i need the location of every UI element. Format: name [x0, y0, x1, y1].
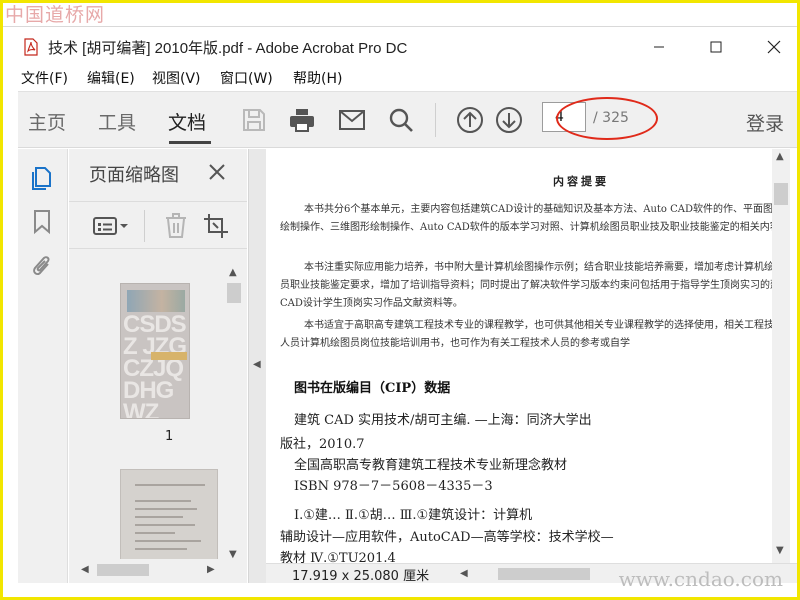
menu-window[interactable]: 窗口(W) [220, 68, 273, 88]
scroll-thumb[interactable] [774, 183, 788, 205]
tab-document[interactable]: 文档 [168, 108, 206, 135]
navigation-pane-bar [18, 149, 68, 583]
title-bar: 技术 [胡可编著] 2010年版.pdf - Adobe Acrobat Pro… [3, 31, 797, 63]
thumbnail-vertical-scrollbar[interactable]: ▲ ▼ [225, 265, 243, 565]
collapse-arrow-icon[interactable]: ◀ [253, 359, 261, 370]
cip-line: 辅助设计—应用软件，AutoCAD—高等学校：技术学校— [280, 530, 614, 545]
minimize-icon[interactable] [639, 33, 679, 61]
scroll-down-icon[interactable]: ▼ [229, 549, 237, 560]
cover-band [151, 352, 187, 360]
email-icon[interactable] [336, 104, 368, 136]
search-icon[interactable] [385, 104, 417, 136]
active-tab-indicator [169, 141, 211, 144]
thumbnail-toolbar-separator [144, 210, 145, 242]
cip-line: 建筑 CAD 实用技术/胡可主编. —上海：同济大学出 [294, 413, 592, 428]
paragraph: 本书适宜于高职高专建筑工程技术专业的课程教学，也可供其他相关专业课程教学的选择使… [280, 320, 772, 349]
scroll-down-icon[interactable]: ▼ [776, 545, 784, 556]
thumbnail-list: CSDSZ JZGCZJQ DHGWZ 1 [69, 259, 225, 559]
paragraph: 本书共分6个基本单元，主要内容包括建筑CAD设计的基础知识及基本方法、Auto … [280, 204, 772, 233]
scroll-thumb[interactable] [498, 568, 590, 580]
highlight-ellipse [556, 97, 658, 140]
scroll-thumb[interactable] [97, 564, 149, 576]
panel-title: 页面缩略图 [89, 165, 179, 186]
cover-text: CSDSZ JZGCZJQ DHGWZ [123, 311, 187, 419]
next-page-icon[interactable] [493, 104, 525, 136]
menu-help[interactable]: 帮助(H) [293, 68, 342, 88]
cip-line: ISBN 978－7－5608－4335－3 [294, 479, 493, 494]
delete-icon[interactable] [160, 210, 192, 242]
close-icon[interactable] [754, 33, 794, 61]
page-thumbnail-1[interactable]: CSDSZ JZGCZJQ DHGWZ [120, 283, 190, 419]
main-toolbar: 主页 工具 文档 4 / 325 登录 [18, 91, 797, 148]
thumbnails-panel: 页面缩略图 CSDSZ JZGCZJQ DHGWZ 1 ▲ ▼ ◀ ▶ [69, 149, 247, 583]
menu-view[interactable]: 视图(V) [152, 68, 201, 88]
close-panel-icon[interactable] [204, 159, 230, 185]
paragraph: 本书注重实际应用能力培养，书中附大量计算机绘图操作示例；结合职业技能培养需要，增… [280, 262, 772, 309]
document-vertical-scrollbar[interactable]: ▲ ▼ [772, 149, 790, 563]
cip-line: 全国高职高专教育建筑工程技术专业新理念教材 [294, 458, 568, 473]
thumbnail-horizontal-scrollbar[interactable]: ◀ ▶ [69, 561, 225, 579]
page-heading: 内容提要 [553, 175, 609, 188]
scroll-thumb[interactable] [227, 283, 241, 303]
scroll-right-icon[interactable]: ▶ [207, 564, 215, 575]
tab-home[interactable]: 主页 [28, 108, 66, 135]
menu-file[interactable]: 文件(F) [21, 68, 68, 88]
print-icon[interactable] [286, 104, 318, 136]
toolbar-separator [435, 103, 436, 137]
document-page: 内容提要 本书共分6个基本单元，主要内容包括建筑CAD设计的基础知识及基本方法、… [268, 149, 772, 563]
cover-photo [127, 290, 185, 312]
scroll-up-icon[interactable]: ▲ [229, 267, 237, 278]
cip-line: 教材 Ⅳ.①TU201.4 [280, 551, 396, 563]
menu-bar: 文件(F) 编辑(E) 视图(V) 窗口(W) 帮助(H) [3, 66, 797, 88]
watermark-top: 中国道桥网 [5, 4, 106, 26]
page-size-readout: 17.919 x 25.080 厘米 [292, 569, 430, 584]
page-thumbnails-icon[interactable] [27, 163, 57, 193]
document-viewport[interactable]: 内容提要 本书共分6个基本单元，主要内容包括建筑CAD设计的基础知识及基本方法、… [266, 149, 772, 563]
thumbnail-label: 1 [165, 429, 174, 444]
login-button[interactable]: 登录 [746, 109, 784, 136]
save-icon[interactable] [238, 104, 270, 136]
app-window: 中国道桥网 技术 [胡可编著] 2010年版.pdf - Adobe Acrob… [0, 0, 800, 600]
options-menu-icon[interactable] [89, 210, 133, 242]
tab-tools[interactable]: 工具 [98, 108, 136, 135]
collapse-panel-handle[interactable]: ◀ [248, 149, 266, 583]
window-title: 技术 [胡可编著] 2010年版.pdf - Adobe Acrobat Pro… [48, 40, 408, 57]
bookmark-icon[interactable] [27, 207, 57, 237]
watermark-bottom: www.cndao.com [618, 567, 783, 591]
cip-title: 图书在版编目（CIP）数据 [294, 381, 451, 396]
attachment-icon[interactable] [27, 251, 57, 281]
scroll-left-icon[interactable]: ◀ [81, 564, 89, 575]
cip-line: Ⅰ.①建… Ⅱ.①胡… Ⅲ.①建筑设计：计算机 [294, 508, 533, 523]
menu-edit[interactable]: 编辑(E) [87, 68, 135, 88]
maximize-icon[interactable] [696, 33, 736, 61]
previous-page-icon[interactable] [454, 104, 486, 136]
crop-pages-icon[interactable] [200, 210, 232, 242]
pdf-file-icon [23, 38, 39, 56]
scroll-up-icon[interactable]: ▲ [776, 151, 784, 162]
thumbnail-toolbar [69, 201, 247, 249]
cip-line: 版社，2010.7 [280, 437, 365, 452]
scroll-left-icon[interactable]: ◀ [460, 568, 468, 579]
watermark-divider [3, 26, 797, 27]
page-thumbnail-2[interactable] [120, 469, 218, 559]
